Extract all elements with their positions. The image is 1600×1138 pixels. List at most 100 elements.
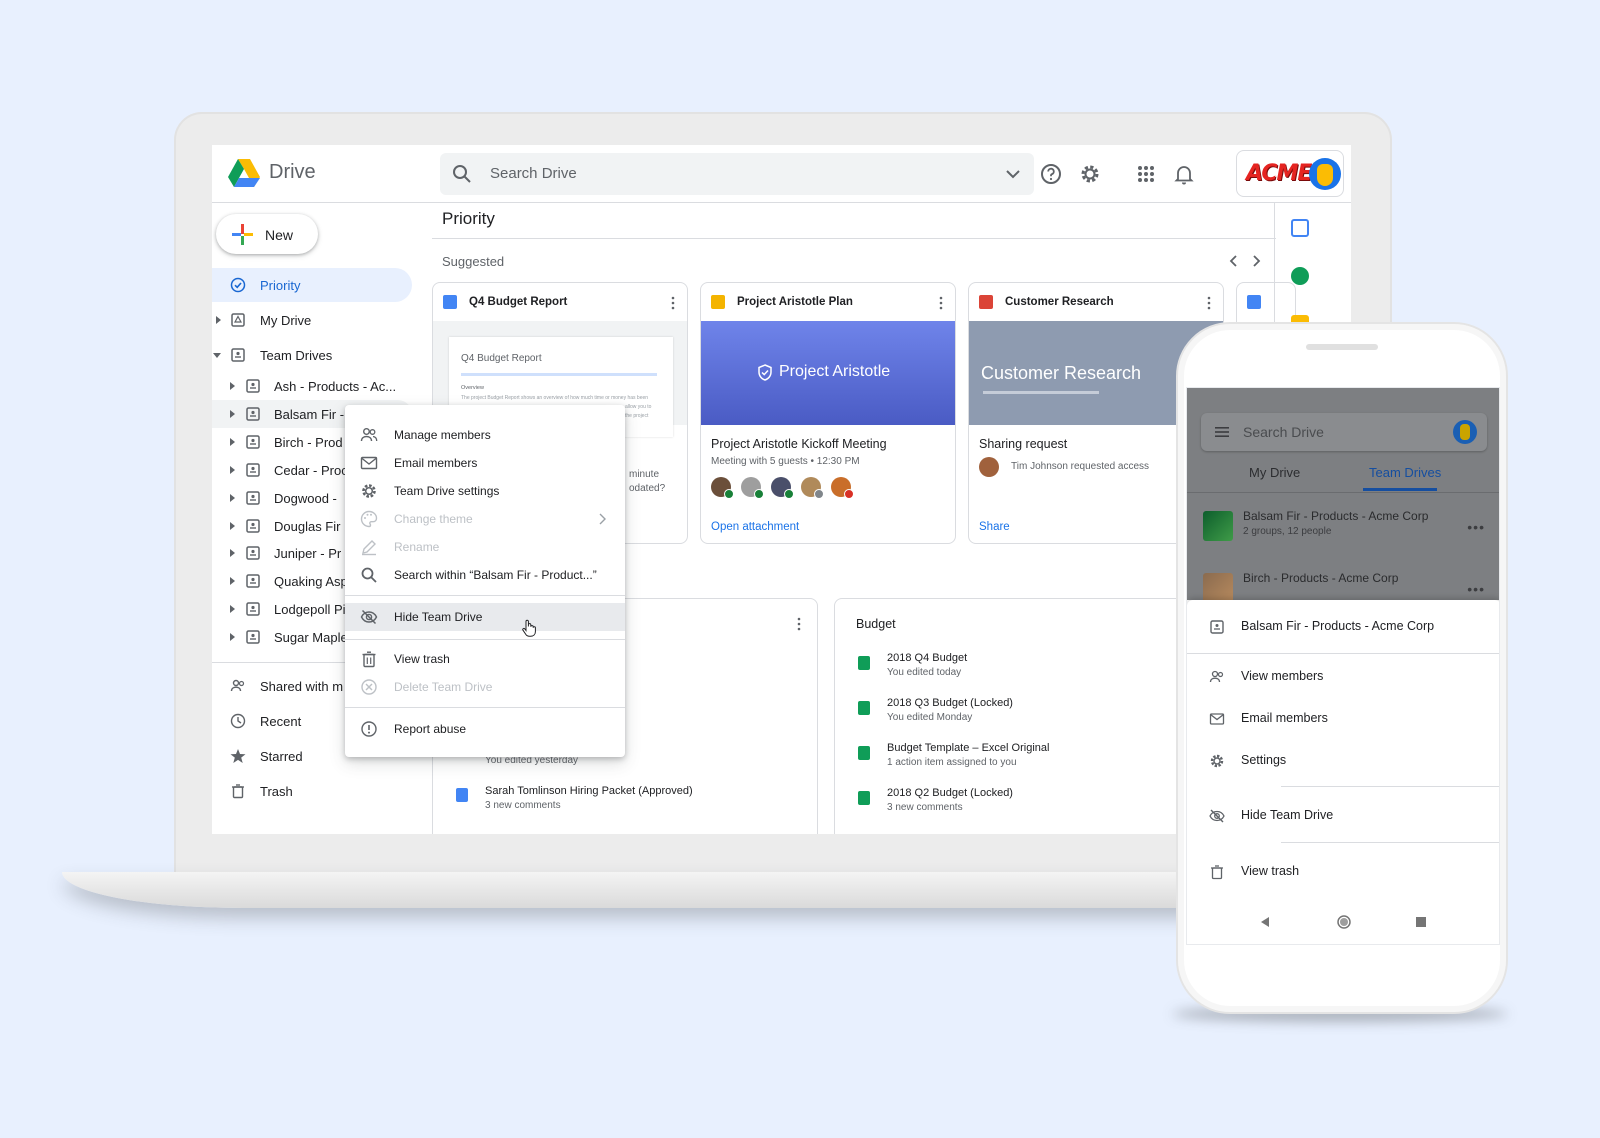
sheet-item-view-trash[interactable]: View trash <box>1187 853 1499 891</box>
suggested-card[interactable]: Project Aristotle Plan Project Aristotle… <box>700 282 956 544</box>
docs-icon <box>456 788 468 802</box>
expand-arrow-icon[interactable] <box>230 577 235 586</box>
sidebar-item-priority[interactable]: Priority <box>212 268 412 302</box>
list-item[interactable]: Sarah Tomlinson Hiring Packet (Approved)… <box>433 780 817 820</box>
sheet-divider <box>1187 653 1499 654</box>
account-switcher[interactable]: ACME <box>1236 150 1344 197</box>
sheet-item-email-members[interactable]: Email members <box>1187 700 1499 738</box>
expand-arrow-icon[interactable] <box>230 633 235 642</box>
file-subtitle: 1 action item assigned to you <box>887 757 1017 768</box>
expand-arrow-icon[interactable] <box>230 382 235 390</box>
sheet-item-label: Email members <box>1241 711 1328 725</box>
file-subtitle: You edited today <box>887 667 962 678</box>
expand-arrow-icon[interactable] <box>230 409 235 418</box>
team-drive-icon <box>246 407 260 421</box>
open-attachment-link[interactable]: Open attachment <box>711 521 799 533</box>
menu-item-email-members[interactable]: Email members <box>345 449 625 477</box>
settings-gear-icon <box>1210 754 1224 768</box>
share-link[interactable]: Share <box>979 521 1010 533</box>
menu-hamburger-icon[interactable] <box>1215 427 1229 437</box>
expand-arrow-icon[interactable] <box>230 437 235 446</box>
menu-item-search-within[interactable]: Search within “Balsam Fir - Product...” <box>345 561 625 589</box>
active-tab-indicator <box>1363 488 1437 491</box>
menu-item-manage-members[interactable]: Manage members <box>345 421 625 449</box>
home-icon[interactable] <box>1337 915 1351 929</box>
trash-icon <box>232 784 244 799</box>
sheet-item-hide-team-drive[interactable]: Hide Team Drive <box>1187 797 1499 835</box>
team-drive-icon <box>246 518 260 533</box>
avatar[interactable] <box>1309 158 1341 190</box>
sheet-item-view-members[interactable]: View members <box>1187 658 1499 696</box>
slides-icon <box>711 295 725 309</box>
people-icon <box>360 428 378 442</box>
settings-gear-icon[interactable] <box>1078 162 1102 186</box>
back-icon[interactable] <box>1259 916 1271 928</box>
avatar[interactable] <box>1453 420 1477 444</box>
expand-arrow-icon[interactable] <box>230 549 235 558</box>
sidebar-item-label: Starred <box>260 749 303 764</box>
search-input[interactable]: Search Drive <box>490 165 577 182</box>
sheet-item-settings[interactable]: Settings <box>1187 742 1499 780</box>
sheet-item-label: View trash <box>1241 864 1300 878</box>
more-vert-icon[interactable] <box>1207 296 1211 310</box>
page-title: Priority <box>442 209 495 228</box>
chevron-left-icon[interactable] <box>1227 254 1241 268</box>
sidebar-item-trash[interactable]: Trash <box>212 774 412 808</box>
sidebar-item-team-drives[interactable]: Team Drives <box>212 338 412 372</box>
new-button-label: New <box>265 227 294 243</box>
doc-body: allow you to <box>625 404 652 410</box>
avatar <box>711 477 734 499</box>
chevron-right-icon[interactable] <box>1249 254 1263 268</box>
menu-item-report-abuse[interactable]: Report abuse <box>345 715 625 743</box>
menu-item-delete-team-drive: Delete Team Drive <box>345 673 625 701</box>
list-item[interactable]: 2018 Q4 Budget You edited today <box>835 647 1213 687</box>
keep-icon[interactable] <box>1291 267 1309 285</box>
more-vert-icon[interactable] <box>671 296 675 310</box>
star-icon <box>230 749 246 763</box>
sidebar-item-label: Trash <box>260 784 293 799</box>
card-snippet: odated? <box>629 483 666 494</box>
team-drive-icon <box>246 490 260 505</box>
file-subtitle: 3 new comments <box>887 802 963 813</box>
tab-team-drives[interactable]: Team Drives <box>1369 465 1441 480</box>
list-item[interactable]: Budget Template – Excel Original 1 action… <box>835 737 1213 777</box>
menu-item-view-trash[interactable]: View trash <box>345 645 625 673</box>
sidebar-item-team-drive[interactable]: Ash - Products - Ac... <box>212 372 412 400</box>
expand-arrow-icon[interactable] <box>230 493 235 502</box>
expand-arrow-icon[interactable] <box>230 521 235 530</box>
menu-item-team-drive-settings[interactable]: Team Drive settings <box>345 477 625 505</box>
app-header: Drive Search Drive ACME <box>212 145 1351 203</box>
more-horiz-icon[interactable]: ••• <box>1467 519 1485 535</box>
search-options-icon[interactable] <box>1004 165 1022 183</box>
list-item[interactable]: 2018 Q2 Budget (Locked) 3 new comments <box>835 782 1213 822</box>
list-item[interactable]: Balsam Fir - Products - Acme Corp 2 grou… <box>1187 499 1499 559</box>
sidebar-item-my-drive[interactable]: My Drive <box>212 303 412 337</box>
sidebar-item-label: Balsam Fir - <box>274 406 345 422</box>
drive-logo-icon[interactable] <box>228 159 260 187</box>
search-input[interactable]: Search Drive <box>1243 424 1324 440</box>
list-item[interactable]: 2018 Q3 Budget (Locked) You edited Monday <box>835 692 1213 732</box>
palette-icon <box>360 510 378 528</box>
team-drive-theme-image <box>1203 573 1233 603</box>
mobile-search-bar[interactable]: Search Drive <box>1201 413 1487 451</box>
tab-my-drive[interactable]: My Drive <box>1249 465 1300 480</box>
collapse-arrow-icon[interactable] <box>213 353 221 358</box>
expand-arrow-icon[interactable] <box>230 605 235 614</box>
sheet-item-label: Settings <box>1241 753 1287 767</box>
notifications-bell-icon[interactable] <box>1172 162 1196 186</box>
expand-arrow-icon[interactable] <box>230 465 235 474</box>
recents-icon[interactable] <box>1415 916 1427 928</box>
search-bar[interactable]: Search Drive <box>440 153 1034 195</box>
expand-arrow-icon[interactable] <box>216 316 221 324</box>
more-vert-icon[interactable] <box>797 617 801 631</box>
preview-rule <box>983 391 1099 394</box>
new-button[interactable]: New <box>216 214 318 254</box>
menu-item-hide-team-drive[interactable]: Hide Team Drive <box>345 603 625 637</box>
menu-item-label: Delete Team Drive <box>394 680 493 694</box>
apps-grid-icon[interactable] <box>1134 162 1158 186</box>
help-icon[interactable] <box>1039 162 1063 186</box>
team-drive-icon <box>246 546 260 561</box>
more-horiz-icon[interactable]: ••• <box>1467 581 1485 597</box>
calendar-icon[interactable] <box>1291 219 1309 237</box>
more-vert-icon[interactable] <box>939 296 943 310</box>
